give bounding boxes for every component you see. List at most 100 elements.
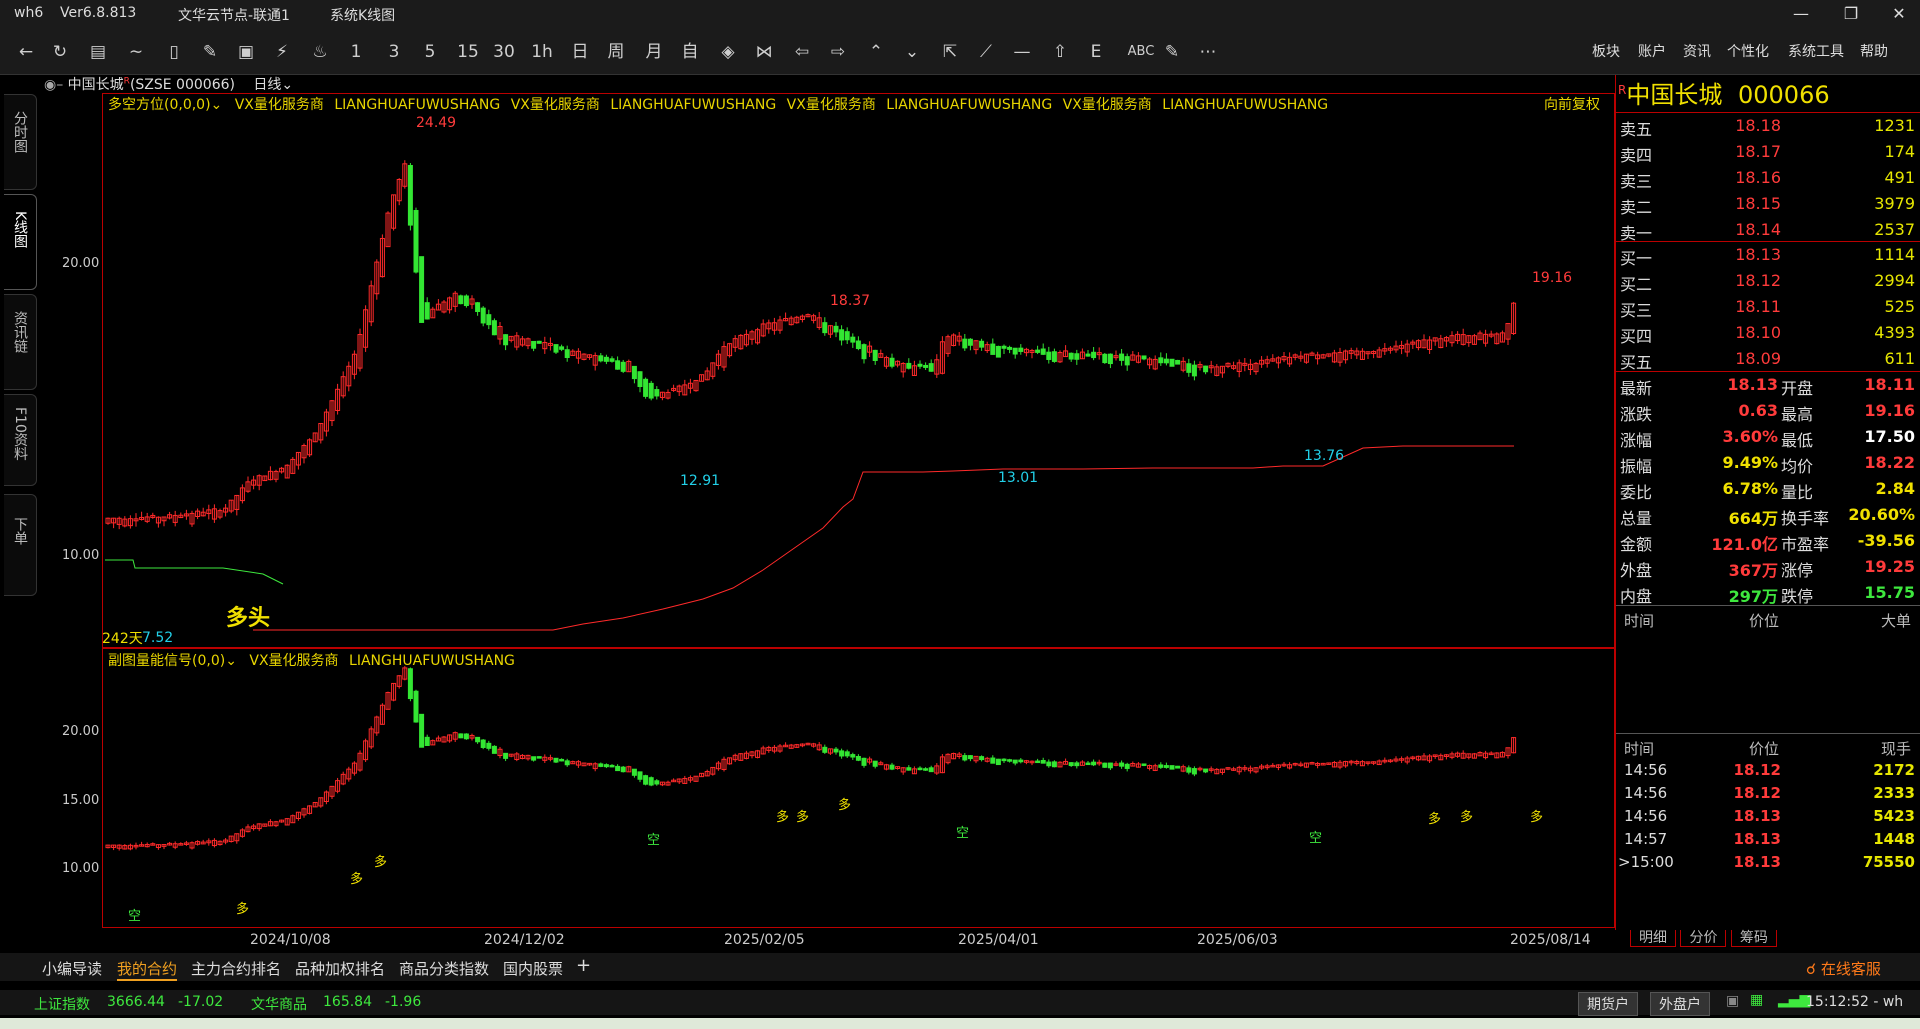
line-chart-icon[interactable]: ∼	[124, 40, 148, 64]
idx2-name: 文华商品	[251, 997, 307, 1013]
add-tab-icon[interactable]: +	[576, 955, 591, 976]
bid-row[interactable]: 买二 18.12 2994	[1616, 268, 1920, 294]
period-1h[interactable]: 1h	[530, 40, 554, 64]
ask-row[interactable]: 卖一 18.14 2537	[1616, 217, 1920, 243]
menu-tools[interactable]: 系统工具	[1788, 41, 1844, 61]
draw-icon[interactable]: ✎	[198, 40, 222, 64]
abc-text-button[interactable]: ABC	[1124, 40, 1158, 64]
tab-f10[interactable]: F10资料	[4, 394, 37, 486]
slash-icon[interactable]: ⟋	[974, 40, 998, 64]
menu-sector[interactable]: 板块	[1592, 41, 1620, 61]
candle	[648, 382, 654, 399]
tab-price-dist[interactable]: 分价	[1680, 930, 1727, 947]
candle	[923, 768, 929, 771]
candle	[598, 355, 604, 362]
period-day[interactable]: 日	[568, 40, 592, 64]
tab-detail[interactable]: 明细	[1630, 930, 1676, 947]
candle	[1186, 363, 1192, 373]
candle	[906, 767, 912, 771]
tick-price: 18.12	[1733, 784, 1781, 802]
candle	[928, 363, 934, 372]
bid-row[interactable]: 买四 18.10 4393	[1616, 320, 1920, 346]
candle	[424, 736, 430, 746]
more-icon[interactable]: ⋯	[1196, 40, 1220, 64]
futures-account-button[interactable]: 期货户	[1578, 992, 1638, 1016]
service-label: 在线客服	[1820, 960, 1881, 978]
bid-level: 买一	[1620, 249, 1653, 268]
chevron-up-icon[interactable]: ⌃	[864, 40, 888, 64]
candle	[609, 764, 615, 768]
instrument-header: ◉– 中国长城R(SZSE 000066) 日线⌄	[44, 74, 293, 94]
bid-row[interactable]: 买三 18.11 525	[1616, 294, 1920, 320]
foreign-account-button[interactable]: 外盘户	[1650, 992, 1710, 1016]
period-30[interactable]: 30	[492, 40, 516, 64]
stat-label: 涨停	[1781, 561, 1814, 580]
candle	[531, 756, 537, 761]
btab-weight-rank[interactable]: 品种加权排名	[295, 958, 385, 979]
menu-help[interactable]: 帮助	[1860, 41, 1888, 61]
crosshair-icon[interactable]: ⇱	[938, 40, 962, 64]
candle	[637, 371, 643, 388]
hline-icon[interactable]: —	[1010, 40, 1034, 64]
candle	[559, 758, 565, 762]
candle	[458, 733, 464, 739]
house-icon[interactable]: ⇧	[1048, 40, 1072, 64]
candle	[928, 767, 934, 773]
ask-row[interactable]: 卖三 18.16 491	[1616, 165, 1920, 191]
arrow-left-icon[interactable]: ⇦	[790, 40, 814, 64]
period-month[interactable]: 月	[642, 40, 666, 64]
tab-newschain[interactable]: 资讯链	[4, 294, 37, 390]
period-15[interactable]: 15	[456, 40, 480, 64]
ask-row[interactable]: 卖四 18.17 174	[1616, 139, 1920, 165]
window-icon[interactable]: ▣	[234, 40, 258, 64]
link-icon[interactable]: ◉–	[44, 77, 63, 93]
candle	[491, 320, 497, 336]
idx1-val: 3666.44	[107, 994, 165, 1010]
tab-intraday[interactable]: 分时图	[4, 94, 37, 190]
zoom-icon[interactable]: ◈	[716, 40, 740, 64]
candle	[833, 748, 839, 753]
menu-account[interactable]: 账户	[1638, 41, 1666, 61]
arrow-right-icon[interactable]: ⇨	[826, 40, 850, 64]
bowtie-icon[interactable]: ⋈	[752, 40, 776, 64]
menu-news[interactable]: 资讯	[1683, 41, 1711, 61]
btab-main-rank[interactable]: 主力合约排名	[191, 958, 281, 979]
list-icon[interactable]: ▤	[86, 40, 110, 64]
flash-icon[interactable]: ⚡	[270, 40, 294, 64]
bottom-tab-bar: 小编导读 我的合约 主力合约排名 品种加权排名 商品分类指数 国内股票 + ☌ …	[0, 953, 1920, 981]
ask-row[interactable]: 卖五 18.18 1231	[1616, 113, 1920, 139]
candle-icon[interactable]: ▯	[162, 40, 186, 64]
btab-domestic-stocks[interactable]: 国内股票	[503, 958, 563, 979]
candle	[1119, 353, 1125, 361]
chevron-down-icon[interactable]: ⌄	[900, 40, 924, 64]
tab-order[interactable]: 下单	[4, 494, 37, 596]
period-5[interactable]: 5	[418, 40, 442, 64]
bid-row[interactable]: 买一 18.13 1114	[1616, 242, 1920, 268]
tab-chips[interactable]: 筹码	[1730, 930, 1777, 947]
btab-my-contracts[interactable]: 我的合约	[117, 958, 178, 981]
bell-icon[interactable]: ♨	[308, 40, 332, 64]
btab-commodity-index[interactable]: 商品分类指数	[399, 958, 489, 979]
period-select[interactable]: 日线⌄	[253, 77, 293, 93]
lock-icon[interactable]: ▣	[1726, 993, 1739, 1009]
btab-guide[interactable]: 小编导读	[42, 958, 102, 979]
menu-personalize[interactable]: 个性化	[1727, 41, 1769, 61]
period-custom[interactable]: 自	[678, 40, 702, 64]
service-link[interactable]: ☌ 在线客服	[1806, 958, 1881, 979]
minimize-icon[interactable]: —	[1786, 4, 1816, 24]
eraser-icon[interactable]: ✎	[1160, 40, 1184, 64]
period-1[interactable]: 1	[344, 40, 368, 64]
text-e-icon[interactable]: E	[1084, 40, 1108, 64]
restore-icon[interactable]: ❐	[1836, 4, 1866, 24]
period-week[interactable]: 周	[604, 40, 628, 64]
candle	[531, 340, 537, 349]
back-icon[interactable]: ←	[14, 40, 38, 64]
close-icon[interactable]: ✕	[1884, 4, 1914, 24]
refresh-icon[interactable]: ↻	[48, 40, 72, 64]
tab-kline[interactable]: K线图	[4, 194, 37, 290]
period-3[interactable]: 3	[382, 40, 406, 64]
tick-size: 2172	[1873, 761, 1915, 779]
ask-level: 卖三	[1620, 172, 1653, 191]
bid-row[interactable]: 买五 18.09 611	[1616, 346, 1920, 372]
ask-row[interactable]: 卖二 18.15 3979	[1616, 191, 1920, 217]
